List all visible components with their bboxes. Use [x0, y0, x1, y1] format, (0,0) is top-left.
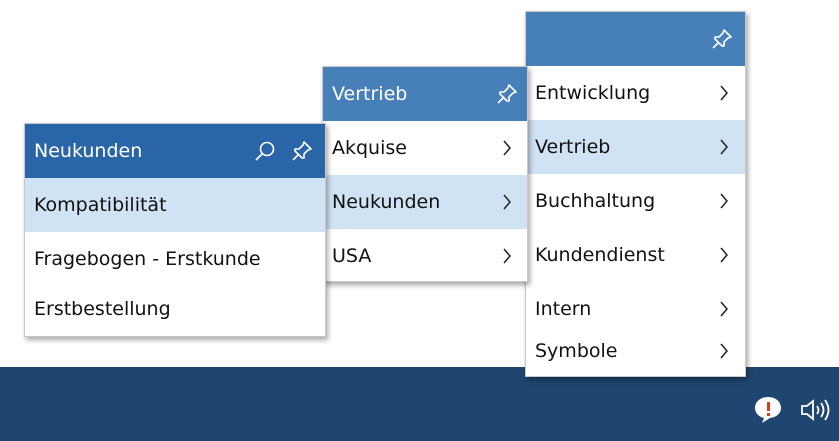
taskbar [0, 367, 839, 441]
chevron-right-icon [720, 193, 728, 209]
main-menu: Entwicklung Vertrieb Buchhaltung Kundend… [525, 11, 746, 377]
neukunden-menu-header: Neukunden [25, 124, 325, 178]
menu-item-symbole[interactable]: Symbole [526, 324, 745, 378]
chevron-right-icon [503, 194, 511, 210]
speaker-icon[interactable] [799, 397, 833, 423]
list-item-fragebogen[interactable]: Fragebogen - Erstkunde [25, 232, 325, 286]
chevron-right-icon [503, 248, 511, 264]
chevron-right-icon [720, 85, 728, 101]
list-item-label: Erstbestellung [34, 298, 171, 320]
menu-item-label: Kundendienst [535, 244, 665, 266]
submenu-item-label: USA [332, 245, 372, 267]
vertrieb-menu-title: Vertrieb [332, 83, 408, 105]
pin-icon[interactable] [710, 27, 734, 51]
submenu-item-akquise[interactable]: Akquise [323, 121, 527, 175]
list-item-label: Fragebogen - Erstkunde [34, 248, 261, 270]
list-item-erstbestellung[interactable]: Erstbestellung [25, 282, 325, 336]
submenu-item-usa[interactable]: USA [323, 229, 527, 283]
submenu-item-label: Akquise [332, 137, 407, 159]
menu-item-label: Buchhaltung [535, 190, 656, 212]
neukunden-menu-title: Neukunden [34, 140, 143, 162]
neukunden-menu: Neukunden Kompatibilität Fragebogen - Er… [24, 123, 326, 337]
chevron-right-icon [720, 343, 728, 359]
vertrieb-menu-header: Vertrieb [323, 67, 527, 121]
menu-item-label: Entwicklung [535, 82, 651, 104]
menu-item-vertrieb[interactable]: Vertrieb [526, 120, 745, 174]
search-icon[interactable] [253, 139, 277, 163]
menu-item-entwicklung[interactable]: Entwicklung [526, 66, 745, 120]
main-menu-header [526, 12, 745, 66]
pin-icon[interactable] [290, 139, 314, 163]
chevron-right-icon [503, 140, 511, 156]
vertrieb-menu: Vertrieb Akquise Neukunden USA [322, 66, 528, 282]
menu-item-label: Vertrieb [535, 136, 611, 158]
menu-item-kundendienst[interactable]: Kundendienst [526, 228, 745, 282]
list-item-label: Kompatibilität [34, 194, 167, 216]
chevron-right-icon [720, 301, 728, 317]
chevron-right-icon [720, 139, 728, 155]
submenu-item-neukunden[interactable]: Neukunden [323, 175, 527, 229]
chevron-right-icon [720, 247, 728, 263]
submenu-item-label: Neukunden [332, 191, 441, 213]
menu-item-buchhaltung[interactable]: Buchhaltung [526, 174, 745, 228]
list-item-kompatibilitaet[interactable]: Kompatibilität [25, 178, 325, 232]
menu-item-label: Symbole [535, 340, 618, 362]
notification-icon[interactable] [753, 394, 783, 424]
pin-icon[interactable] [495, 82, 519, 106]
